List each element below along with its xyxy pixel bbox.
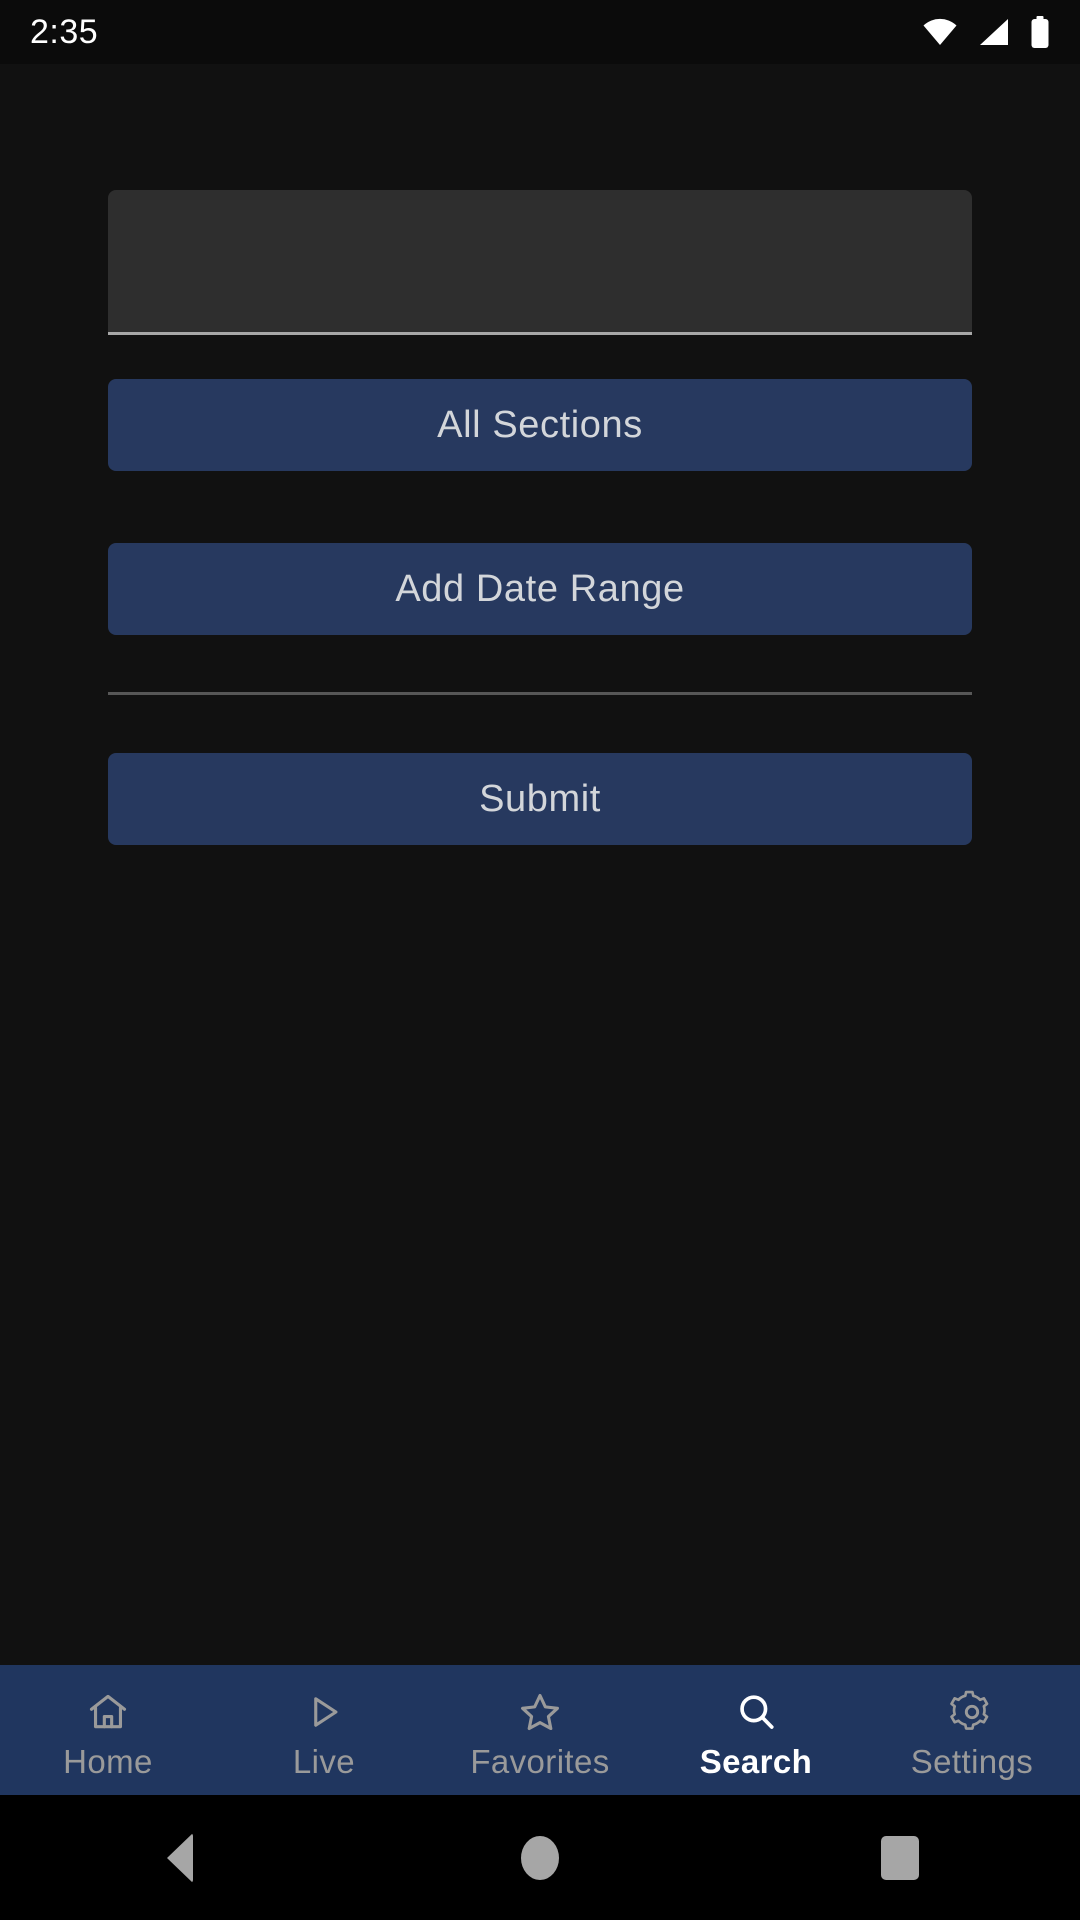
status-bar-icons bbox=[922, 16, 1054, 48]
nav-item-home[interactable]: Home bbox=[0, 1665, 216, 1795]
nav-item-favorites[interactable]: Favorites bbox=[432, 1665, 648, 1795]
battery-icon bbox=[1030, 16, 1050, 48]
back-triangle-icon bbox=[167, 1832, 193, 1883]
nav-label-settings: Settings bbox=[910, 1742, 1034, 1780]
cellular-signal-icon bbox=[978, 18, 1010, 46]
search-icon bbox=[734, 1689, 778, 1735]
nav-item-search[interactable]: Search bbox=[648, 1665, 864, 1795]
android-system-nav bbox=[0, 1795, 1080, 1920]
recents-square-icon bbox=[881, 1835, 919, 1880]
nav-label-search: Search bbox=[699, 1742, 813, 1780]
play-icon bbox=[302, 1689, 346, 1735]
wifi-icon bbox=[922, 18, 958, 46]
star-icon bbox=[518, 1689, 562, 1735]
system-recents-button[interactable] bbox=[720, 1835, 1080, 1880]
form-divider bbox=[108, 692, 972, 695]
system-back-button[interactable] bbox=[0, 1832, 360, 1883]
system-home-button[interactable] bbox=[360, 1835, 720, 1880]
submit-button[interactable]: Submit bbox=[108, 753, 972, 845]
bottom-navigation-bar: Home Live Favorites Search Settings bbox=[0, 1665, 1080, 1795]
app-screen: 2:35 All Sections Add Date Range Submit … bbox=[0, 0, 1080, 1920]
search-query-input[interactable] bbox=[108, 190, 972, 335]
home-circle-icon bbox=[521, 1835, 559, 1880]
nav-item-live[interactable]: Live bbox=[216, 1665, 432, 1795]
home-icon bbox=[86, 1689, 130, 1735]
nav-item-settings[interactable]: Settings bbox=[864, 1665, 1080, 1795]
status-bar-clock: 2:35 bbox=[30, 13, 99, 51]
status-bar: 2:35 bbox=[0, 0, 1080, 64]
gear-icon bbox=[950, 1689, 994, 1735]
search-form: All Sections Add Date Range Submit bbox=[0, 64, 1080, 1665]
all-sections-button[interactable]: All Sections bbox=[108, 379, 972, 471]
nav-label-home: Home bbox=[63, 1742, 153, 1780]
nav-label-favorites: Favorites bbox=[470, 1742, 610, 1780]
add-date-range-button[interactable]: Add Date Range bbox=[108, 543, 972, 635]
nav-label-live: Live bbox=[292, 1742, 356, 1780]
